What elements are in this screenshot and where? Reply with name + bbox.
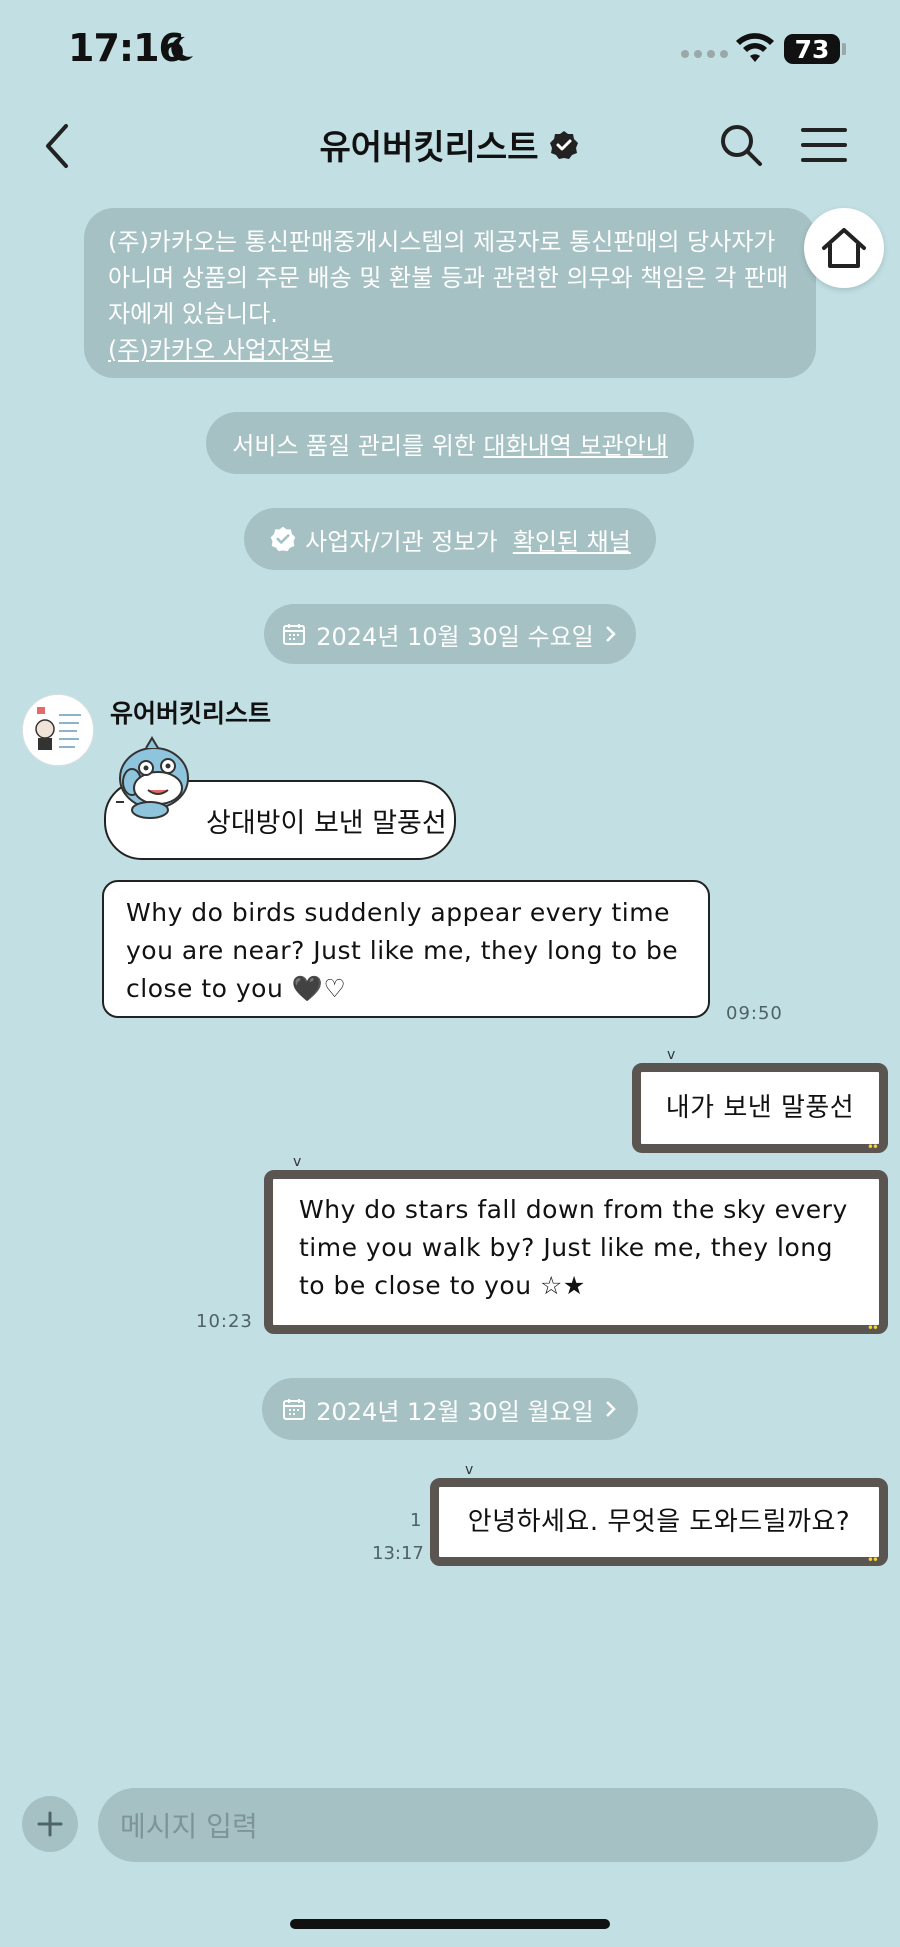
outgoing-bubble[interactable]: v Why do stars fall down from the sky ev… [264,1155,888,1334]
message-input[interactable]: 메시지 입력 [98,1788,878,1862]
outgoing-bubble[interactable]: v 안녕하세요. 무엇을 도와드릴까요? [430,1463,888,1566]
message-text: 상대방이 보낸 말풍선 [206,807,447,839]
date-label: 2024년 12월 30일 월요일 [316,1397,594,1426]
verified-icon [550,130,579,159]
channel-avatar-image [23,695,93,765]
bubble-tail: v [293,1154,302,1170]
channel-title: 유어버킷리스트 [319,128,539,168]
service-notice: 서비스 품질 관리를 위한 대화내역 보관안내 [206,412,694,474]
home-indicator[interactable] [290,1919,610,1929]
business-info-link[interactable]: (주)카카오 사업자정보 [108,336,333,364]
message-time: 10:23 [196,1311,253,1332]
chevron-right-icon [605,1401,616,1417]
message-input-placeholder: 메시지 입력 [120,1810,258,1843]
legal-notice: (주)카카오는 통신판매중개시스템의 제공자로 통신판매의 당사자가 아니며 상… [84,208,816,378]
verified-icon [270,526,296,552]
legal-notice-text: (주)카카오는 통신판매중개시스템의 제공자로 통신판매의 당사자가 아니며 상… [108,228,789,328]
battery-tip [842,43,846,55]
fish-character-sticker [116,736,189,819]
date-label: 2024년 10월 30일 수요일 [316,622,594,651]
home-button[interactable] [804,208,884,288]
service-notice-text: 서비스 품질 관리를 위한 [232,431,476,460]
bubble-tail: v [667,1047,676,1063]
add-button[interactable] [22,1796,78,1852]
plus-icon [37,1811,63,1837]
message-time: 09:50 [726,1003,783,1024]
message-text: Why do birds suddenly appear every time … [126,898,679,1003]
date-divider[interactable]: 2024년 12월 30일 월요일 [262,1378,638,1440]
message-text: Why do stars fall down from the sky ever… [299,1195,848,1300]
moon-icon [171,36,193,61]
search-icon[interactable] [718,122,764,168]
outgoing-bubble[interactable]: v 내가 보낸 말풍선 [632,1048,888,1153]
message-time: 13:17 [372,1543,424,1564]
verified-notice: 사업자/기관 정보가 확인된 채널 [244,508,656,570]
chat-archive-link[interactable]: 대화내역 보관안내 [484,426,668,461]
incoming-bubble[interactable]: Why do birds suddenly appear every time … [102,880,710,1018]
menu-icon[interactable] [800,126,848,164]
signal-icon [681,50,728,58]
message-text: 내가 보낸 말풍선 [665,1093,855,1123]
battery-indicator: 73 [784,34,840,64]
message-text: 안녕하세요. 무엇을 도와드릴까요? [467,1507,851,1537]
bubble-tail: v [465,1462,474,1478]
home-icon [822,228,866,268]
verified-channel-link[interactable]: 확인된 채널 [513,528,631,556]
date-divider[interactable]: 2024년 10월 30일 수요일 [264,604,636,664]
verified-notice-text: 사업자/기관 정보가 [305,527,506,556]
avatar[interactable] [22,694,94,766]
unread-count: 1 [410,1510,422,1531]
calendar-icon [283,624,306,645]
header-title: 유어버킷리스트 [0,120,900,169]
chevron-right-icon [605,626,616,642]
sender-name: 유어버킷리스트 [110,699,272,728]
calendar-icon [283,1399,306,1420]
wifi-icon [736,33,774,62]
